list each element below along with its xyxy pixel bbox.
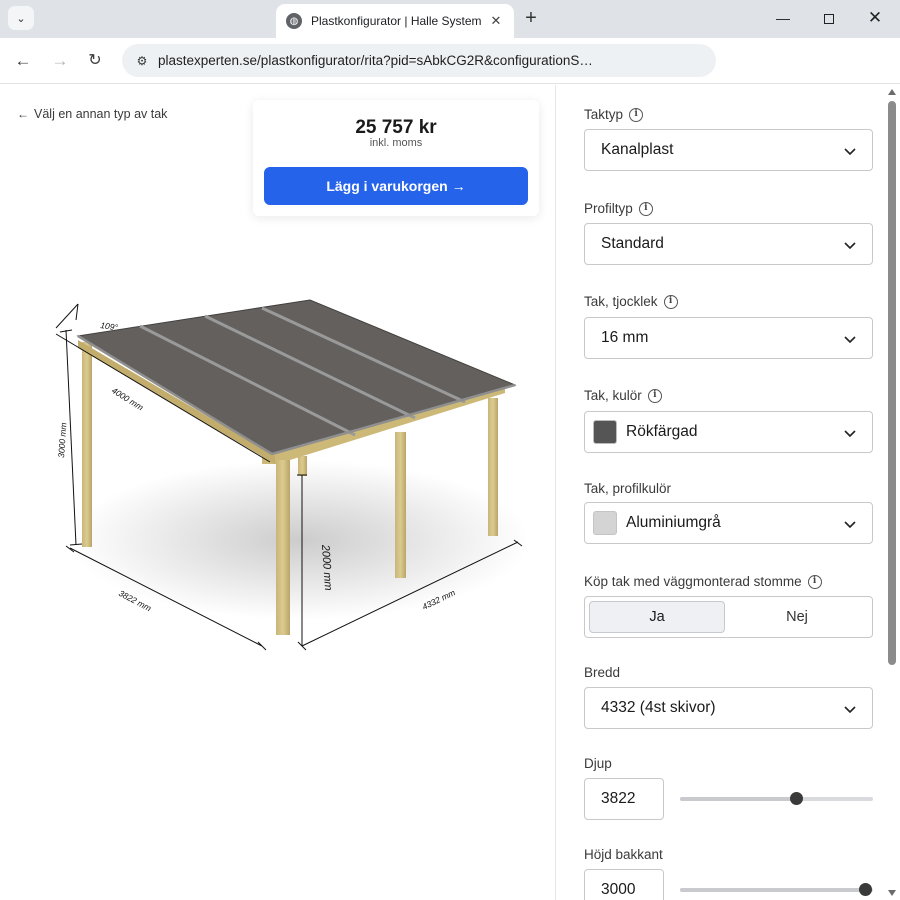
scroll-up-icon[interactable] <box>888 89 896 95</box>
select-taktyp[interactable]: Kanalplast <box>584 129 873 171</box>
close-icon[interactable]: ✕ <box>488 13 504 29</box>
roof-3d-view[interactable]: 109° 4000 mm 3000 mm 2000 mm 3822 mm 433… <box>0 280 555 670</box>
label-profilkulor: Tak, profilkulör <box>584 481 672 496</box>
post-back-right <box>488 398 498 536</box>
slider-fill <box>680 797 796 801</box>
add-to-cart-label: Lägg i varukorgen <box>326 178 448 194</box>
slider-thumb[interactable] <box>859 883 873 896</box>
select-profiltyp-value: Standard <box>601 235 664 252</box>
color-swatch <box>593 511 617 535</box>
select-kulor-value: Rökfärgad <box>626 423 698 440</box>
label-taktyp: Taktyp i <box>584 107 644 122</box>
price-card: 25 757 kr inkl. moms Lägg i varukorgen → <box>253 100 539 216</box>
scrollbar-thumb[interactable] <box>888 101 896 665</box>
dim-length-top: 4000 mm <box>110 385 145 412</box>
info-icon[interactable]: i <box>647 388 662 403</box>
price-vat-note: inkl. moms <box>369 137 423 149</box>
select-taktyp-value: Kanalplast <box>601 141 674 158</box>
back-link[interactable]: ← Välj en annan typ av tak <box>17 107 167 121</box>
hojd-input[interactable]: 3000 <box>584 869 664 900</box>
browser-tab[interactable]: ◍ Plastkonfigurator | Halle System ✕ <box>276 4 514 38</box>
maximize-button[interactable] <box>814 6 844 30</box>
select-profilkulor[interactable]: Aluminiumgrå <box>584 502 873 544</box>
select-tjocklek-value: 16 mm <box>601 329 649 346</box>
site-settings-icon[interactable]: ⚙ <box>132 51 152 71</box>
post-mid-left <box>298 456 307 476</box>
info-icon[interactable]: i <box>629 107 644 122</box>
stomme-toggle: Ja Nej <box>584 596 873 638</box>
select-bredd[interactable]: 4332 (4st skivor) <box>584 687 873 729</box>
page-scrollbar[interactable] <box>885 85 900 900</box>
info-icon[interactable]: i <box>663 294 678 309</box>
globe-icon: ◍ <box>286 13 302 29</box>
back-arrow-icon[interactable]: ← <box>11 49 35 73</box>
address-bar[interactable]: ⚙ plastexperten.se/plastkonfigurator/rit… <box>122 44 716 77</box>
post-front-left <box>276 460 290 635</box>
chevron-down-icon <box>844 706 856 714</box>
select-profilkulor-value: Aluminiumgrå <box>626 514 721 531</box>
chevron-down-icon <box>844 242 856 250</box>
stomme-option-ja[interactable]: Ja <box>589 601 725 633</box>
label-tjocklek: Tak, tjocklek i <box>584 294 678 309</box>
label-djup: Djup <box>584 756 612 771</box>
chevron-down-icon <box>844 430 856 438</box>
add-to-cart-button[interactable]: Lägg i varukorgen → <box>264 167 528 205</box>
price: 25 757 kr <box>355 117 437 138</box>
arrow-right-icon: → <box>451 178 466 194</box>
info-icon[interactable]: i <box>638 201 653 216</box>
post-mid-right <box>395 432 406 578</box>
tab-title: Plastkonfigurator | Halle System <box>311 14 482 28</box>
arrow-left-icon: ← <box>17 107 29 121</box>
slider-fill <box>680 888 866 892</box>
select-bredd-value: 4332 (4st skivor) <box>601 699 716 716</box>
scroll-down-icon[interactable] <box>888 890 896 896</box>
select-profiltyp[interactable]: Standard <box>584 223 873 265</box>
post-back-left <box>82 342 92 547</box>
browser-toolbar: ← → ↻ ⚙ plastexperten.se/plastkonfigurat… <box>0 38 900 84</box>
djup-input[interactable]: 3822 <box>584 778 664 820</box>
reload-icon[interactable]: ↻ <box>83 49 107 73</box>
hojd-slider[interactable] <box>680 883 873 896</box>
label-bredd: Bredd <box>584 665 621 680</box>
select-kulor[interactable]: Rökfärgad <box>584 411 873 453</box>
window-close-button[interactable]: ✕ <box>860 6 890 30</box>
chevron-down-icon <box>844 336 856 344</box>
url-text: plastexperten.se/plastkonfigurator/rita?… <box>158 53 593 68</box>
forward-arrow-icon[interactable]: → <box>48 49 72 73</box>
dim-height-back: 3000 mm <box>56 422 68 458</box>
new-tab-button[interactable]: + <box>520 8 542 30</box>
label-kulor: Tak, kulör i <box>584 388 662 403</box>
minimize-button[interactable]: — <box>768 6 798 30</box>
chevron-down-icon <box>844 148 856 156</box>
config-panel: Taktyp i Kanalplast Profiltyp i Standard… <box>555 85 885 900</box>
stomme-option-nej[interactable]: Nej <box>729 601 865 633</box>
djup-slider[interactable] <box>680 792 873 805</box>
label-stomme: Köp tak med väggmonterad stomme i <box>584 574 822 589</box>
browser-titlebar: ⌄ ◍ Plastkonfigurator | Halle System ✕ +… <box>0 0 900 38</box>
color-swatch <box>593 420 617 444</box>
back-link-label: Välj en annan typ av tak <box>34 107 168 121</box>
chevron-down-icon[interactable]: ⌄ <box>8 6 34 30</box>
info-icon[interactable]: i <box>807 574 822 589</box>
label-profiltyp: Profiltyp i <box>584 201 653 216</box>
select-tjocklek[interactable]: 16 mm <box>584 317 873 359</box>
label-hojd: Höjd bakkant <box>584 847 663 862</box>
slider-thumb[interactable] <box>789 792 803 805</box>
dim-angle: 109° <box>100 320 119 332</box>
chevron-down-icon <box>844 521 856 529</box>
